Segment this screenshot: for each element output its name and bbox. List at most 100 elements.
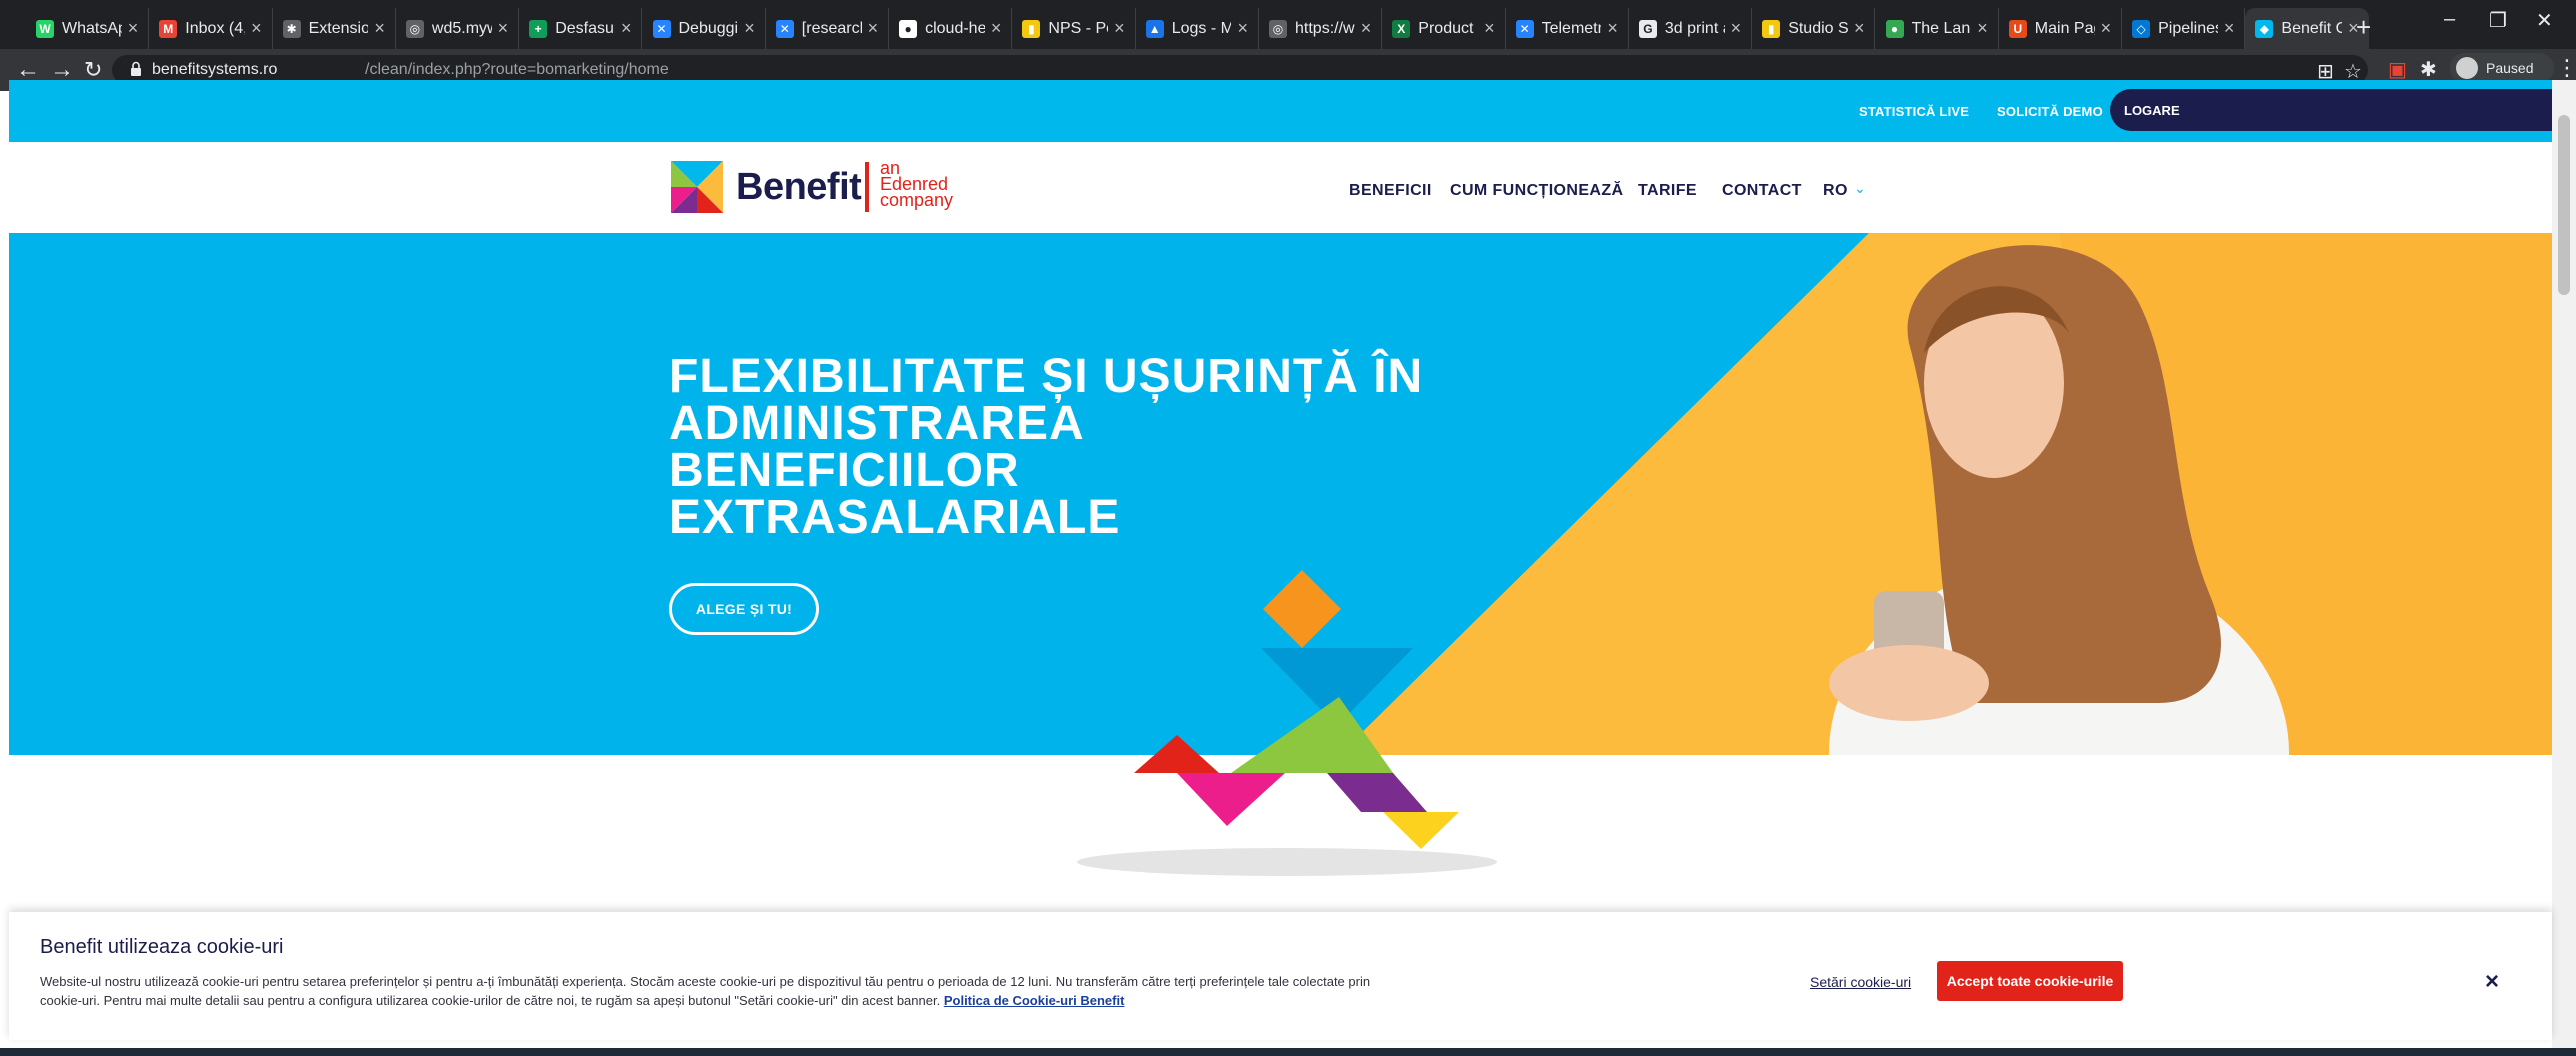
browser-tab[interactable]: ● The Landr × [1876, 8, 1999, 49]
tab-title: Desfasurat [555, 19, 615, 37]
hero-banner: FLEXIBILITATE ȘI UȘURINȚĂ ÎN ADMINISTRAR… [9, 233, 2552, 755]
tab-favicon-icon: W [36, 19, 54, 38]
tagline-company: company [880, 190, 954, 210]
browser-tab[interactable]: U Main Page × [1999, 8, 2123, 49]
tab-title: Product an [1418, 19, 1478, 37]
tab-close-icon[interactable]: × [1854, 18, 1865, 39]
browser-tab[interactable]: ◎ https://wd × [1259, 8, 1383, 49]
tab-favicon-icon: U [2008, 19, 2027, 38]
tab-title: Logs - Mic [1171, 19, 1232, 37]
browser-tab[interactable]: ▮ NPS - Pow × [1012, 8, 1136, 49]
restore-icon[interactable]: ❐ [2489, 8, 2507, 33]
extensions-puzzle-icon[interactable]: ✱ [2420, 57, 2437, 82]
benefit-logo-icon[interactable] [671, 161, 723, 213]
live-stats-link[interactable]: STATISTICĂ LIVE [1859, 104, 1969, 119]
nav-tarife[interactable]: TARIFE [1638, 182, 1697, 200]
browser-tab[interactable]: ● cloud-heat × [889, 8, 1013, 49]
browser-tab[interactable]: M Inbox (4,4 × [149, 8, 273, 49]
tab-title: Main Page [2034, 19, 2095, 37]
logo-divider [865, 162, 869, 212]
tab-close-icon[interactable]: × [621, 18, 632, 39]
tab-close-icon[interactable]: × [128, 18, 139, 39]
hero-title: FLEXIBILITATE ȘI UȘURINȚĂ ÎN ADMINISTRAR… [669, 353, 1569, 542]
browser-tab[interactable]: ◇ Pipelines - × [2122, 8, 2246, 49]
tab-close-icon[interactable]: × [744, 18, 755, 39]
tab-close-icon[interactable]: × [251, 18, 262, 39]
tangram-pink-triangle [1177, 773, 1285, 826]
browser-menu-icon[interactable]: ⋮ [2556, 55, 2576, 81]
tab-close-icon[interactable]: × [1607, 18, 1618, 39]
browser-tab[interactable]: ◆Benefit Onl× [2245, 8, 2369, 49]
lock-icon [131, 61, 141, 76]
tab-close-icon[interactable]: × [1361, 18, 1372, 39]
tab-favicon-icon: ▲ [1145, 19, 1164, 38]
language-selector[interactable]: RO [1823, 182, 1848, 200]
tangram-shadow [1077, 848, 1497, 876]
nav-contact[interactable]: CONTACT [1722, 182, 1802, 200]
cookie-banner-title: Benefit utilizeaza cookie-uri [40, 936, 284, 958]
browser-tab[interactable]: ▲ Logs - Mic × [1136, 8, 1259, 49]
profile-status: Paused [2486, 60, 2534, 76]
tab-favicon-icon: ◎ [405, 19, 424, 38]
page-scrollbar[interactable] [2552, 80, 2576, 1056]
cookie-banner-text: Website-ul nostru utilizează cookie-uri … [40, 972, 1400, 1010]
tab-title: NPS - Pow [1048, 19, 1108, 37]
utility-bar: STATISTICĂ LIVE SOLICITĂ DEMO LOGARE [9, 80, 2552, 142]
tab-close-icon[interactable]: × [1977, 18, 1988, 39]
browser-tab[interactable]: G 3d print an × [1629, 8, 1753, 49]
browser-tab[interactable]: ✕ Telemetry × [1506, 8, 1629, 49]
profile-button[interactable]: Paused [2450, 53, 2554, 83]
accept-all-cookies-button[interactable]: Accept toate cookie-urile [1937, 961, 2123, 1001]
avatar [2456, 57, 2478, 79]
browser-tab[interactable]: ◎ wd5.mywo × [396, 8, 520, 49]
browser-tab[interactable]: ✕ [research] × [766, 8, 890, 49]
alege-si-tu-button[interactable]: ALEGE ȘI TU! [669, 583, 819, 635]
nav-cum-functioneaza[interactable]: CUM FUNCȚIONEAZĂ [1450, 182, 1624, 200]
tab-close-icon[interactable]: × [991, 18, 1002, 39]
cookie-policy-link[interactable]: Politica de Cookie-uri Benefit [944, 993, 1125, 1008]
tab-title: Benefit Onl [2281, 19, 2343, 37]
tab-close-icon[interactable]: × [498, 18, 509, 39]
tab-title: Pipelines - [2158, 19, 2218, 37]
tab-favicon-icon: X [1392, 19, 1411, 38]
tab-favicon-icon: ✕ [775, 19, 794, 38]
tab-favicon-icon: ● [1885, 19, 1904, 38]
tab-title: The Landr [1911, 19, 1972, 37]
window-close-icon[interactable]: ✕ [2536, 8, 2553, 33]
tab-favicon-icon: + [529, 19, 548, 38]
browser-tab[interactable]: W WhatsApp × [26, 8, 150, 49]
url-host: benefitsystems.ro [152, 61, 278, 78]
browser-tab[interactable]: X Product an × [1382, 8, 1506, 49]
tab-close-icon[interactable]: × [2101, 18, 2112, 39]
browser-tab[interactable]: ✱ Extensions × [273, 8, 396, 49]
tab-title: cloud-heat [925, 19, 985, 37]
tab-close-icon[interactable]: × [1237, 18, 1248, 39]
close-icon[interactable]: × [2485, 968, 2499, 996]
scrollbar-thumb[interactable] [2558, 115, 2570, 295]
browser-tab[interactable]: ▮ Studio Stat × [1752, 8, 1876, 49]
request-demo-link[interactable]: SOLICITĂ DEMO [1997, 104, 2103, 119]
nav-beneficii[interactable]: BENEFICII [1349, 182, 1432, 200]
tab-close-icon[interactable]: × [1484, 18, 1495, 39]
tab-close-icon[interactable]: × [1114, 18, 1125, 39]
new-tab-icon[interactable]: + [2356, 12, 2371, 43]
tab-title: Debugging [678, 19, 739, 37]
tab-favicon-icon: ◆ [2255, 19, 2274, 38]
tab-title: WhatsApp [62, 19, 122, 37]
tab-favicon-icon: ▮ [1022, 19, 1041, 38]
tab-close-icon[interactable]: × [868, 18, 879, 39]
login-button[interactable]: LOGARE [2110, 89, 2552, 131]
tab-title: wd5.mywo [431, 19, 492, 37]
tab-favicon-icon: ● [899, 19, 918, 38]
cookie-settings-link[interactable]: Setări cookie-uri [1810, 974, 1911, 990]
os-taskbar-edge [0, 1048, 2576, 1056]
hero-title-line: ADMINISTRAREA [669, 397, 1085, 450]
tab-close-icon[interactable]: × [374, 18, 385, 39]
browser-tab[interactable]: + Desfasurat × [519, 8, 643, 49]
tab-close-icon[interactable]: × [1731, 18, 1742, 39]
tab-close-icon[interactable]: × [2224, 18, 2235, 39]
chevron-down-icon[interactable]: ⌄ [1854, 180, 1866, 197]
minimize-icon[interactable]: – [2444, 8, 2455, 31]
browser-tab[interactable]: ✕ Debugging × [643, 8, 766, 49]
extension-gmail-icon[interactable]: ▣ [2388, 57, 2407, 82]
